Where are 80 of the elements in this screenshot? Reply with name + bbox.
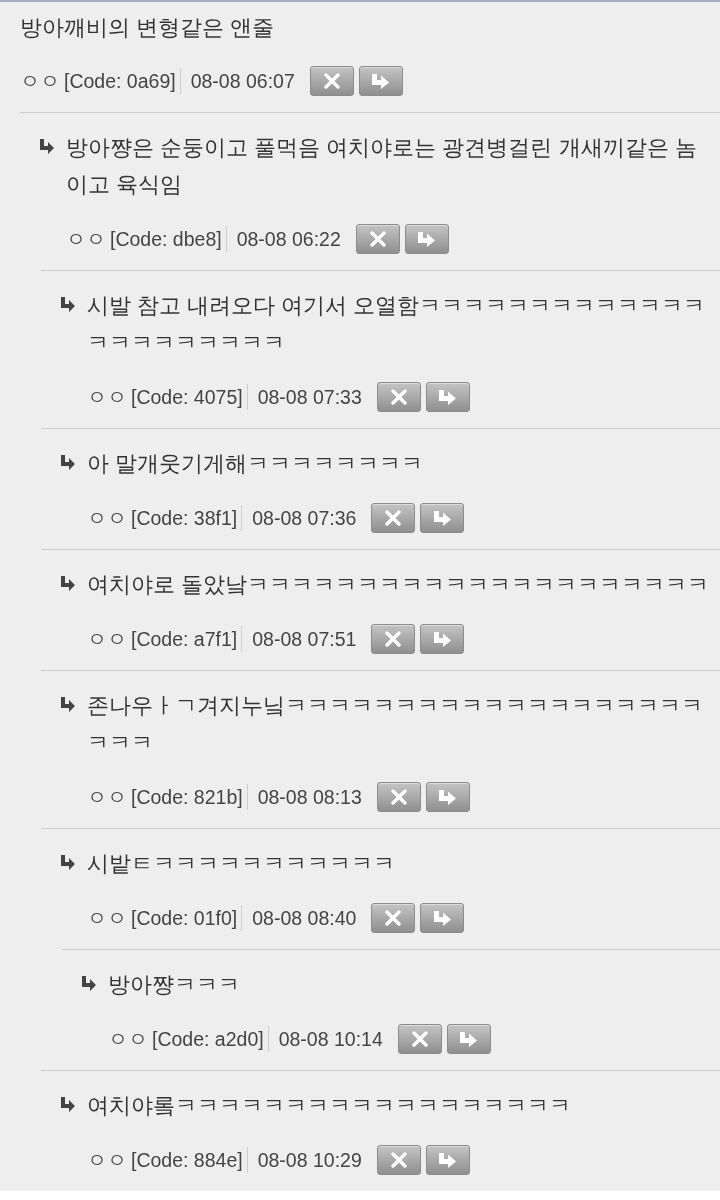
x-icon: [385, 910, 402, 926]
author-name: ㅇㅇ: [87, 505, 127, 531]
x-icon: [390, 1152, 407, 1168]
bent-arrow-icon: [61, 697, 75, 713]
comment-text: 여치야롴ㅋㅋㅋㅋㅋㅋㅋㅋㅋㅋㅋㅋㅋㅋㅋㅋㅋㅋ: [87, 1092, 572, 1120]
bent-arrow-icon: [61, 1097, 75, 1113]
comment-time: 08-08 08:13: [257, 785, 362, 809]
bent-arrow-icon: [61, 855, 75, 871]
post-title: 방아깨비의 변형같은 앤줄: [20, 14, 276, 42]
comment-text: 존나우ㅏㄱ겨지누닠ㅋㅋㅋㅋㅋㅋㅋㅋㅋㅋㅋㅋㅋㅋㅋㅋㅋㅋㅋㅋㅋㅋ: [87, 692, 704, 757]
comment-code: [Code: 38f1]: [131, 506, 238, 530]
delete-button[interactable]: [397, 1024, 442, 1054]
comment-text: 시밭ㅌㅋㅋㅋㅋㅋㅋㅋㅋㅋㅋㅋ: [87, 850, 396, 878]
comment-text: 방아쨩은 순둥이고 풀먹음 여치야로는 광견병걸린 개새끼같은 놈이고 육식임: [66, 134, 698, 199]
delete-button[interactable]: [376, 1145, 421, 1175]
x-icon: [411, 1031, 428, 1047]
reply-button[interactable]: [425, 782, 470, 812]
reply-button[interactable]: [420, 903, 465, 933]
author-name: ㅇㅇ: [87, 1147, 127, 1173]
bent-arrow-icon: [61, 576, 75, 592]
reply-button[interactable]: [404, 224, 449, 254]
comment-code: [Code: a2d0]: [152, 1027, 264, 1051]
comment-time: 08-08 07:36: [252, 506, 357, 530]
bent-arrow-icon: [460, 1031, 478, 1047]
x-icon: [369, 231, 386, 247]
comment-text: 여치야로 돌았낰ㅋㅋㅋㅋㅋㅋㅋㅋㅋㅋㅋㅋㅋㅋㅋㅋㅋㅋㅋㅋㅋ: [87, 571, 711, 599]
comment-time: 08-08 07:51: [252, 627, 357, 651]
reply-button[interactable]: [425, 382, 470, 412]
reply-button[interactable]: [420, 624, 465, 654]
delete-button[interactable]: [371, 903, 416, 933]
reply-button[interactable]: [425, 1145, 470, 1175]
reply-button[interactable]: [420, 503, 465, 533]
bent-arrow-icon: [82, 976, 96, 992]
comment-text: 아 말개웃기게해ㅋㅋㅋㅋㅋㅋㅋㅋ: [87, 450, 425, 478]
delete-button[interactable]: [355, 224, 400, 254]
author-name: ㅇㅇ: [66, 226, 106, 252]
bent-arrow-icon: [61, 455, 75, 471]
bent-arrow-icon: [61, 297, 75, 313]
comment-code: [Code: 821b]: [131, 785, 243, 809]
comment-time: 08-08 06:22: [236, 227, 341, 251]
bent-arrow-icon: [439, 1152, 457, 1168]
comment-time: 08-08 06:07: [190, 69, 295, 93]
x-icon: [390, 389, 407, 405]
author-name: ㅇㅇ: [87, 626, 127, 652]
x-icon: [385, 631, 402, 647]
comment-text: 시발 참고 내려오다 여기서 오열함ㅋㅋㅋㅋㅋㅋㅋㅋㅋㅋㅋㅋㅋㅋㅋㅋㅋㅋㅋㅋㅋㅋ: [87, 292, 707, 357]
comment-code: [Code: 884e]: [131, 1148, 243, 1172]
reply-button[interactable]: [446, 1024, 491, 1054]
comment-time: 08-08 07:33: [257, 385, 362, 409]
x-icon: [390, 789, 407, 805]
bent-arrow-icon: [439, 789, 457, 805]
author-name: ㅇㅇ: [87, 905, 127, 931]
delete-button[interactable]: [309, 66, 354, 96]
comment-time: 08-08 10:14: [278, 1027, 383, 1051]
reply-button[interactable]: [358, 66, 403, 96]
comment-code: [Code: dbe8]: [110, 227, 222, 251]
author-name: ㅇㅇ: [108, 1026, 148, 1052]
x-icon: [385, 510, 402, 526]
delete-button[interactable]: [371, 503, 416, 533]
bent-arrow-icon: [433, 910, 451, 926]
comment-text: 방아쨩ㅋㅋㅋ: [108, 971, 241, 999]
author-name: ㅇㅇ: [20, 68, 60, 94]
delete-button[interactable]: [376, 382, 421, 412]
comment-time: 08-08 08:40: [252, 906, 357, 930]
comment-code: [Code: 0a69]: [64, 69, 176, 93]
bent-arrow-icon: [433, 631, 451, 647]
comment-code: [Code: a7f1]: [131, 627, 238, 651]
author-name: ㅇㅇ: [87, 384, 127, 410]
bent-arrow-icon: [439, 389, 457, 405]
delete-button[interactable]: [371, 624, 416, 654]
bent-arrow-icon: [372, 73, 390, 89]
comment-code: [Code: 4075]: [131, 385, 243, 409]
comment-time: 08-08 10:29: [257, 1148, 362, 1172]
author-name: ㅇㅇ: [87, 784, 127, 810]
bent-arrow-icon: [433, 510, 451, 526]
bent-arrow-icon: [418, 231, 436, 247]
delete-button[interactable]: [376, 782, 421, 812]
comment-code: [Code: 01f0]: [131, 906, 238, 930]
bent-arrow-icon: [40, 139, 54, 155]
x-icon: [323, 73, 340, 89]
